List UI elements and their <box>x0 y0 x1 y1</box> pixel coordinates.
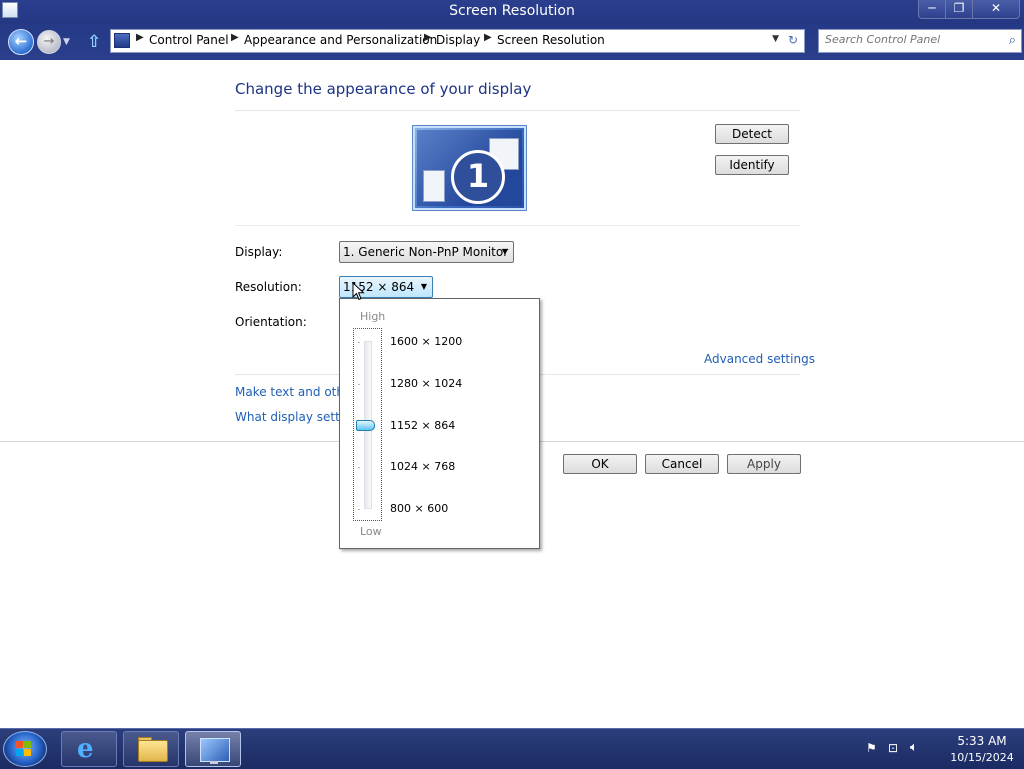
back-icon[interactable]: ← <box>8 29 34 55</box>
forward-icon[interactable]: → <box>37 30 61 54</box>
chevron-down-icon: ▼ <box>420 282 427 291</box>
slider-tick <box>358 384 360 385</box>
display-select-value: 1. Generic Non-PnP Monitor <box>343 245 509 259</box>
detect-button[interactable]: Detect <box>715 124 789 144</box>
resolution-option-800x600[interactable]: 800 × 600 <box>390 502 448 515</box>
monitor-screen: 1 <box>417 130 522 206</box>
minimize-button[interactable]: ─ <box>918 0 946 19</box>
title-bar: Screen Resolution ─ ❐ ✕ <box>0 0 1024 24</box>
slider-tick <box>358 467 360 468</box>
breadcrumb-control-panel[interactable]: Control Panel <box>149 33 229 47</box>
search-input[interactable] <box>825 33 995 46</box>
cancel-button[interactable]: Cancel <box>645 454 719 474</box>
address-bar[interactable]: ▶ Control Panel ▶ Appearance and Persona… <box>110 29 784 53</box>
mini-window-graphic <box>423 170 445 202</box>
divider <box>235 225 800 226</box>
chevron-right-icon[interactable]: ▶ <box>424 32 432 43</box>
volume-icon[interactable]: 🔈︎ <box>910 740 918 755</box>
chevron-right-icon[interactable]: ▶ <box>484 32 492 43</box>
resolution-dropdown-popup: High 1600 × 1200 1280 × 1024 1152 × 864 … <box>339 298 540 549</box>
resolution-option-1600x1200[interactable]: 1600 × 1200 <box>390 335 462 348</box>
resolution-option-1152x864[interactable]: 1152 × 864 <box>390 419 455 432</box>
taskbar: e ⚑ ⊡ 🔈︎ 5:33 AM 10/15/2024 <box>0 728 1024 769</box>
slider-tick <box>358 342 360 343</box>
slider-tick <box>358 509 360 510</box>
display-select[interactable]: 1. Generic Non-PnP Monitor ▼ <box>339 241 514 263</box>
start-button[interactable] <box>3 731 47 767</box>
resolution-option-1280x1024[interactable]: 1280 × 1024 <box>390 377 462 390</box>
chevron-right-icon[interactable]: ▶ <box>136 32 144 43</box>
page-title: Change the appearance of your display <box>235 80 532 98</box>
advanced-settings-link[interactable]: Advanced settings <box>704 352 815 366</box>
recent-pages-dropdown-icon[interactable]: ▼ <box>63 37 70 47</box>
navigation-bar: ← → ▼ ⇧ ▶ Control Panel ▶ Appearance and… <box>0 24 1024 60</box>
system-tray: ⚑ ⊡ 🔈︎ 5:33 AM 10/15/2024 <box>854 729 1024 769</box>
taskbar-screen-resolution[interactable] <box>185 731 241 767</box>
network-icon[interactable]: ⊡ <box>888 741 898 755</box>
monitor-number-badge: 1 <box>451 150 505 204</box>
identify-button[interactable]: Identify <box>715 155 789 175</box>
taskbar-file-explorer[interactable] <box>123 731 179 767</box>
slider-low-label: Low <box>360 525 382 538</box>
search-box[interactable]: ⌕ <box>818 29 1022 53</box>
folder-icon <box>138 740 168 762</box>
window-title: Screen Resolution <box>449 3 575 19</box>
clock-time[interactable]: 5:33 AM <box>952 734 1012 748</box>
slider-high-label: High <box>360 310 386 323</box>
maximize-button[interactable]: ❐ <box>945 0 973 19</box>
refresh-icon[interactable]: ↻ <box>782 29 805 53</box>
orientation-label: Orientation: <box>235 315 307 329</box>
chevron-down-icon: ▼ <box>501 247 508 256</box>
breadcrumb-display[interactable]: Display <box>436 33 480 47</box>
slider-thumb[interactable] <box>356 420 375 431</box>
action-center-flag-icon[interactable]: ⚑ <box>866 741 877 755</box>
resolution-slider[interactable] <box>353 328 382 521</box>
monitor-1-preview[interactable]: 1 <box>412 125 527 211</box>
display-settings-icon <box>200 738 230 762</box>
display-stand-icon <box>210 761 218 764</box>
breadcrumb-screen-resolution[interactable]: Screen Resolution <box>497 33 605 47</box>
taskbar-internet-explorer[interactable]: e <box>61 731 117 767</box>
display-label: Display: <box>235 245 283 259</box>
divider <box>235 110 800 111</box>
apply-button[interactable]: Apply <box>727 454 801 474</box>
resolution-label: Resolution: <box>235 280 302 294</box>
up-icon[interactable]: ⇧ <box>87 32 101 52</box>
breadcrumb-appearance[interactable]: Appearance and Personalization <box>244 33 437 47</box>
chevron-right-icon[interactable]: ▶ <box>231 32 239 43</box>
search-icon[interactable]: ⌕ <box>1009 33 1016 48</box>
clock-date[interactable]: 10/15/2024 <box>946 751 1018 764</box>
address-dropdown-icon[interactable]: ▼ <box>772 34 779 44</box>
internet-explorer-icon: e <box>77 734 94 764</box>
resolution-option-1024x768[interactable]: 1024 × 768 <box>390 460 455 473</box>
control-panel-icon <box>114 33 130 48</box>
windows-logo-icon <box>16 741 32 757</box>
close-button[interactable]: ✕ <box>972 0 1020 19</box>
mouse-cursor-icon <box>352 282 365 301</box>
ok-button[interactable]: OK <box>563 454 637 474</box>
